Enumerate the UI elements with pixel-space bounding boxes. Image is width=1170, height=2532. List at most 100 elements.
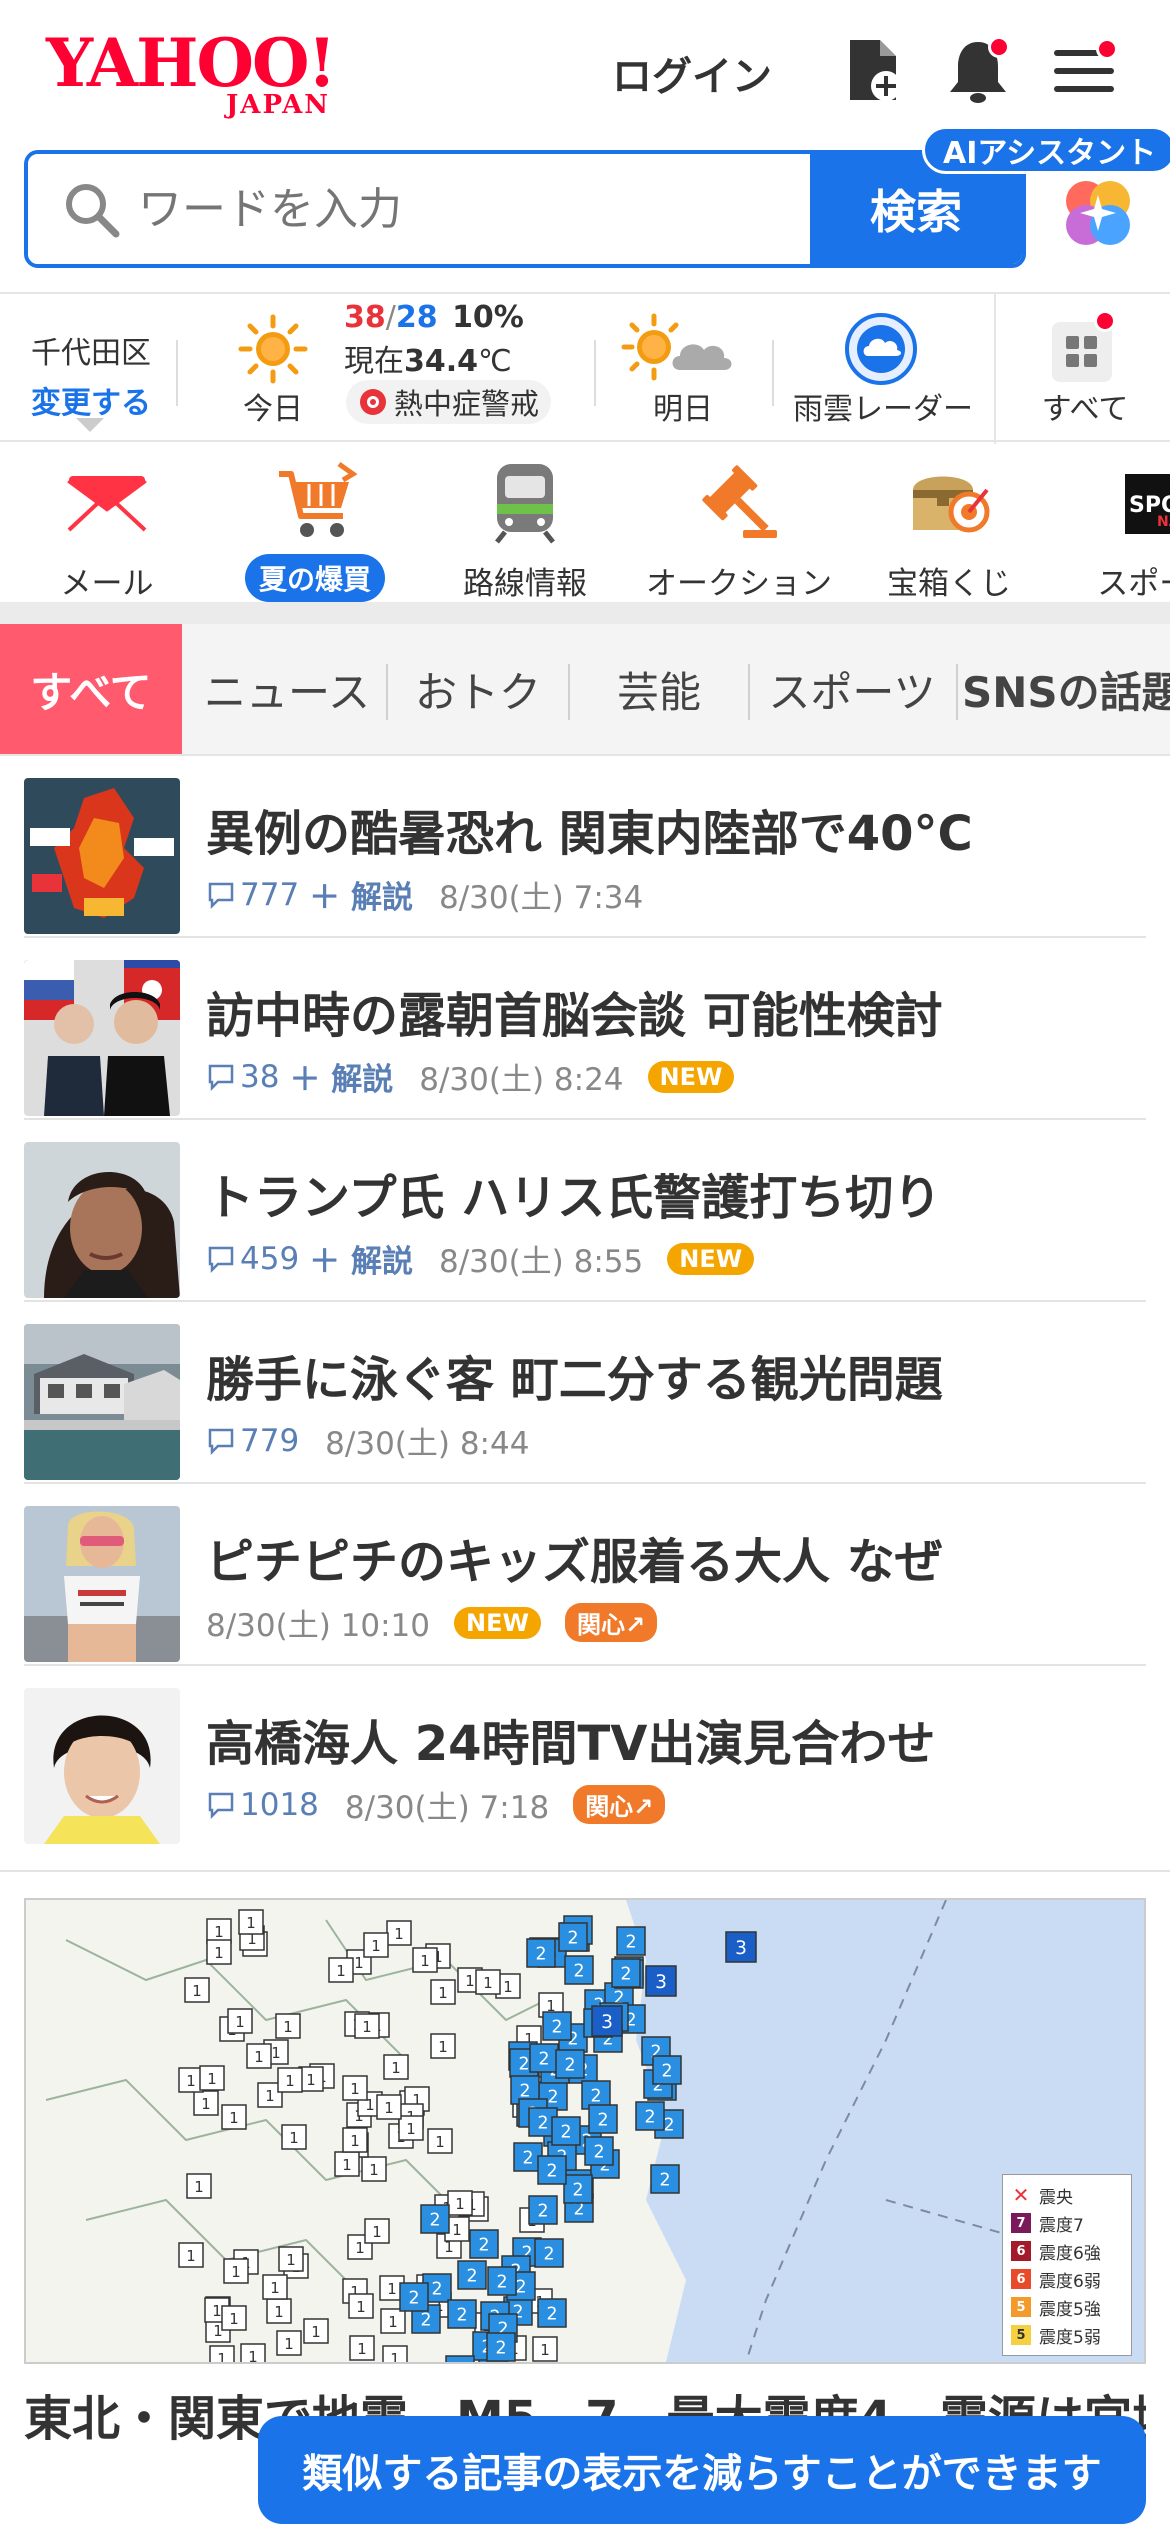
intensity-marker-label: 2 [644,2108,655,2128]
comment-count[interactable]: 459 ＋ 解説 [206,1236,413,1281]
intensity-marker-label: 2 [573,1962,584,1982]
news-item[interactable]: 勝手に泳ぐ客 町二分する観光問題 779 8/30(土) 8:44 [24,1302,1146,1484]
comment-count[interactable]: 38 ＋ 解説 [206,1054,393,1099]
intensity-marker-label: 1 [455,2195,464,2213]
intensity-marker-label: 1 [285,2072,294,2090]
comment-icon [208,882,234,909]
heat-alert-icon [358,387,388,417]
news-title[interactable]: トランプ氏 ハリス氏警護打ち切り [206,1158,941,1228]
search-input[interactable] [28,154,813,264]
comment-count[interactable]: 779 [206,1423,299,1459]
new-document-icon[interactable] [836,34,908,106]
service-shortcuts: メール 夏の爆買 路線情報 オークション 宝箱くじ SP N スポ [0,442,1170,602]
treasure-chest-icon [907,460,991,544]
location-name: 千代田区 [31,336,151,371]
comment-count-value: 777 [240,876,300,913]
news-time: 8/30(土) 8:24 [419,1062,624,1098]
legend-label: 震央 [1039,2187,1073,2208]
commentary-label: ＋ 解説 [309,1244,413,1280]
intensity-marker-label: 1 [384,2099,393,2117]
location-caret-icon [76,418,104,432]
all-services-label[interactable]: すべて [1030,384,1140,428]
news-title[interactable]: ピチピチのキッズ服着る大人 なぜ [206,1522,943,1592]
current-value: 34.4 [404,344,479,379]
login-link[interactable]: ログイン [612,44,772,102]
tab-all[interactable]: すべて [0,624,182,754]
comment-icon [208,1428,234,1455]
earthquake-map-image[interactable]: 1111111111111111111111111111111111111111… [24,1898,1146,2364]
rain-radar-icon[interactable] [842,310,920,388]
news-title[interactable]: 高橋海人 24時間TV出演見合わせ [206,1704,935,1774]
grid-apps-icon[interactable] [1048,310,1118,384]
heatstroke-alert[interactable]: 熱中症警戒 [346,380,552,424]
legend-epicenter: ✕ 震央 [1012,2183,1073,2208]
comment-count[interactable]: 1018 [206,1787,319,1823]
today-temps[interactable]: 38/28 10% [344,300,524,335]
news-meta: 1018 8/30(土) 7:18 関心↗ [206,1782,666,1827]
news-item[interactable]: 訪中時の露朝首脳会談 可能性検討 38 ＋ 解説 8/30(土) 8:24 NE… [24,938,1146,1120]
menu-icon[interactable] [1048,34,1120,106]
tab-news[interactable]: ニュース [192,624,382,754]
tab-entertainment[interactable]: 芸能 [570,624,748,754]
intensity-marker-label: 1 [235,2013,244,2031]
intensity-marker-label: 2 [515,2278,526,2298]
intensity-marker-label: 1 [214,1923,223,1941]
intensity-marker-label: 1 [357,2340,366,2358]
legend-label: 震度6弱 [1039,2271,1101,2292]
intensity-marker-label: 1 [248,2348,257,2362]
location-selector[interactable]: 千代田区 変更する [26,328,156,422]
intensity-marker-label: 2 [518,2055,529,2075]
comment-count[interactable]: 777 ＋ 解説 [206,872,413,917]
service-mail[interactable]: メール [2,460,212,603]
legend-item: 6 震度6弱 [1011,2265,1123,2293]
ai-assistant-label[interactable]: AIアシスタント [922,126,1170,174]
tab-divider [956,664,958,720]
ai-assistant-icon[interactable] [1060,175,1136,251]
rain-radar-label[interactable]: 雨雲レーダー [788,384,978,428]
location-change-link[interactable]: 変更する [26,378,156,422]
intensity-marker-label: 1 [194,2178,203,2196]
news-item[interactable]: ピチピチのキッズ服着る大人 なぜ 8/30(土) 10:10 NEW 関心↗ [24,1484,1146,1666]
news-title[interactable]: 異例の酷暑恐れ 関東内陸部で40°C [206,794,973,864]
news-item[interactable]: 異例の酷暑恐れ 関東内陸部で40°C 777 ＋ 解説 8/30(土) 7:34 [24,756,1146,938]
service-auction[interactable]: オークション [634,460,844,603]
intensity-marker-label: 2 [456,2306,467,2326]
intensity-marker-label: 1 [350,2080,359,2098]
service-label: メール [60,566,154,602]
weather-strip: 千代田区 変更する 今日 38/28 10% 現在34.4℃ 熱中症警戒 明日 … [0,292,1170,444]
sun-icon [238,314,308,384]
tab-sns[interactable]: SNSの話題 [962,624,1170,754]
shopping-cart-icon [273,460,358,544]
service-sports[interactable]: SPO NA スポーツ [1054,460,1170,603]
temp-slash: / [385,300,396,335]
comment-count-value: 459 [240,1240,300,1277]
menu-notification-dot [1096,38,1118,60]
intensity-marker-label: 1 [270,2279,279,2297]
trending-badge: 関心↗ [564,1603,658,1642]
service-treasure-lottery[interactable]: 宝箱くじ [844,460,1054,603]
tab-deals[interactable]: おトク [388,624,568,754]
intensity-marker-label: 1 [207,2070,216,2088]
news-thumbnail-leaders [24,960,180,1116]
yahoo-japan-logo[interactable]: YAHOO! JAPAN [46,30,366,120]
news-title[interactable]: 訪中時の露朝首脳会談 可能性検討 [206,976,943,1046]
commentary-label: ＋ 解説 [289,1062,394,1098]
service-summer-sale[interactable]: 夏の爆買 [210,460,420,602]
intensity-marker-label: 2 [466,2267,477,2287]
bell-icon[interactable] [942,34,1014,106]
service-transit[interactable]: 路線情報 [420,460,630,603]
intensity-marker-label: 1 [271,2044,280,2062]
tab-sports[interactable]: スポーツ [752,624,952,754]
divider [772,340,774,406]
news-item[interactable]: 高橋海人 24時間TV出演見合わせ 1018 8/30(土) 7:18 関心↗ [24,1666,1146,1848]
news-item[interactable]: トランプ氏 ハリス氏警護打ち切り 459 ＋ 解説 8/30(土) 8:55 N… [24,1120,1146,1302]
feedback-toast[interactable]: 類似する記事の表示を減らすことができます [258,2416,1146,2524]
intensity-marker-label: 1 [229,2310,238,2328]
news-title[interactable]: 勝手に泳ぐ客 町二分する観光問題 [206,1340,943,1410]
precip-chance: 10% [452,300,524,335]
divider [176,340,178,406]
section-divider [0,1870,1170,1872]
intensity-marker-label: 2 [625,1933,636,1953]
intensity-marker-label: 1 [311,2323,320,2341]
intensity-marker-label: 3 [601,2012,613,2033]
